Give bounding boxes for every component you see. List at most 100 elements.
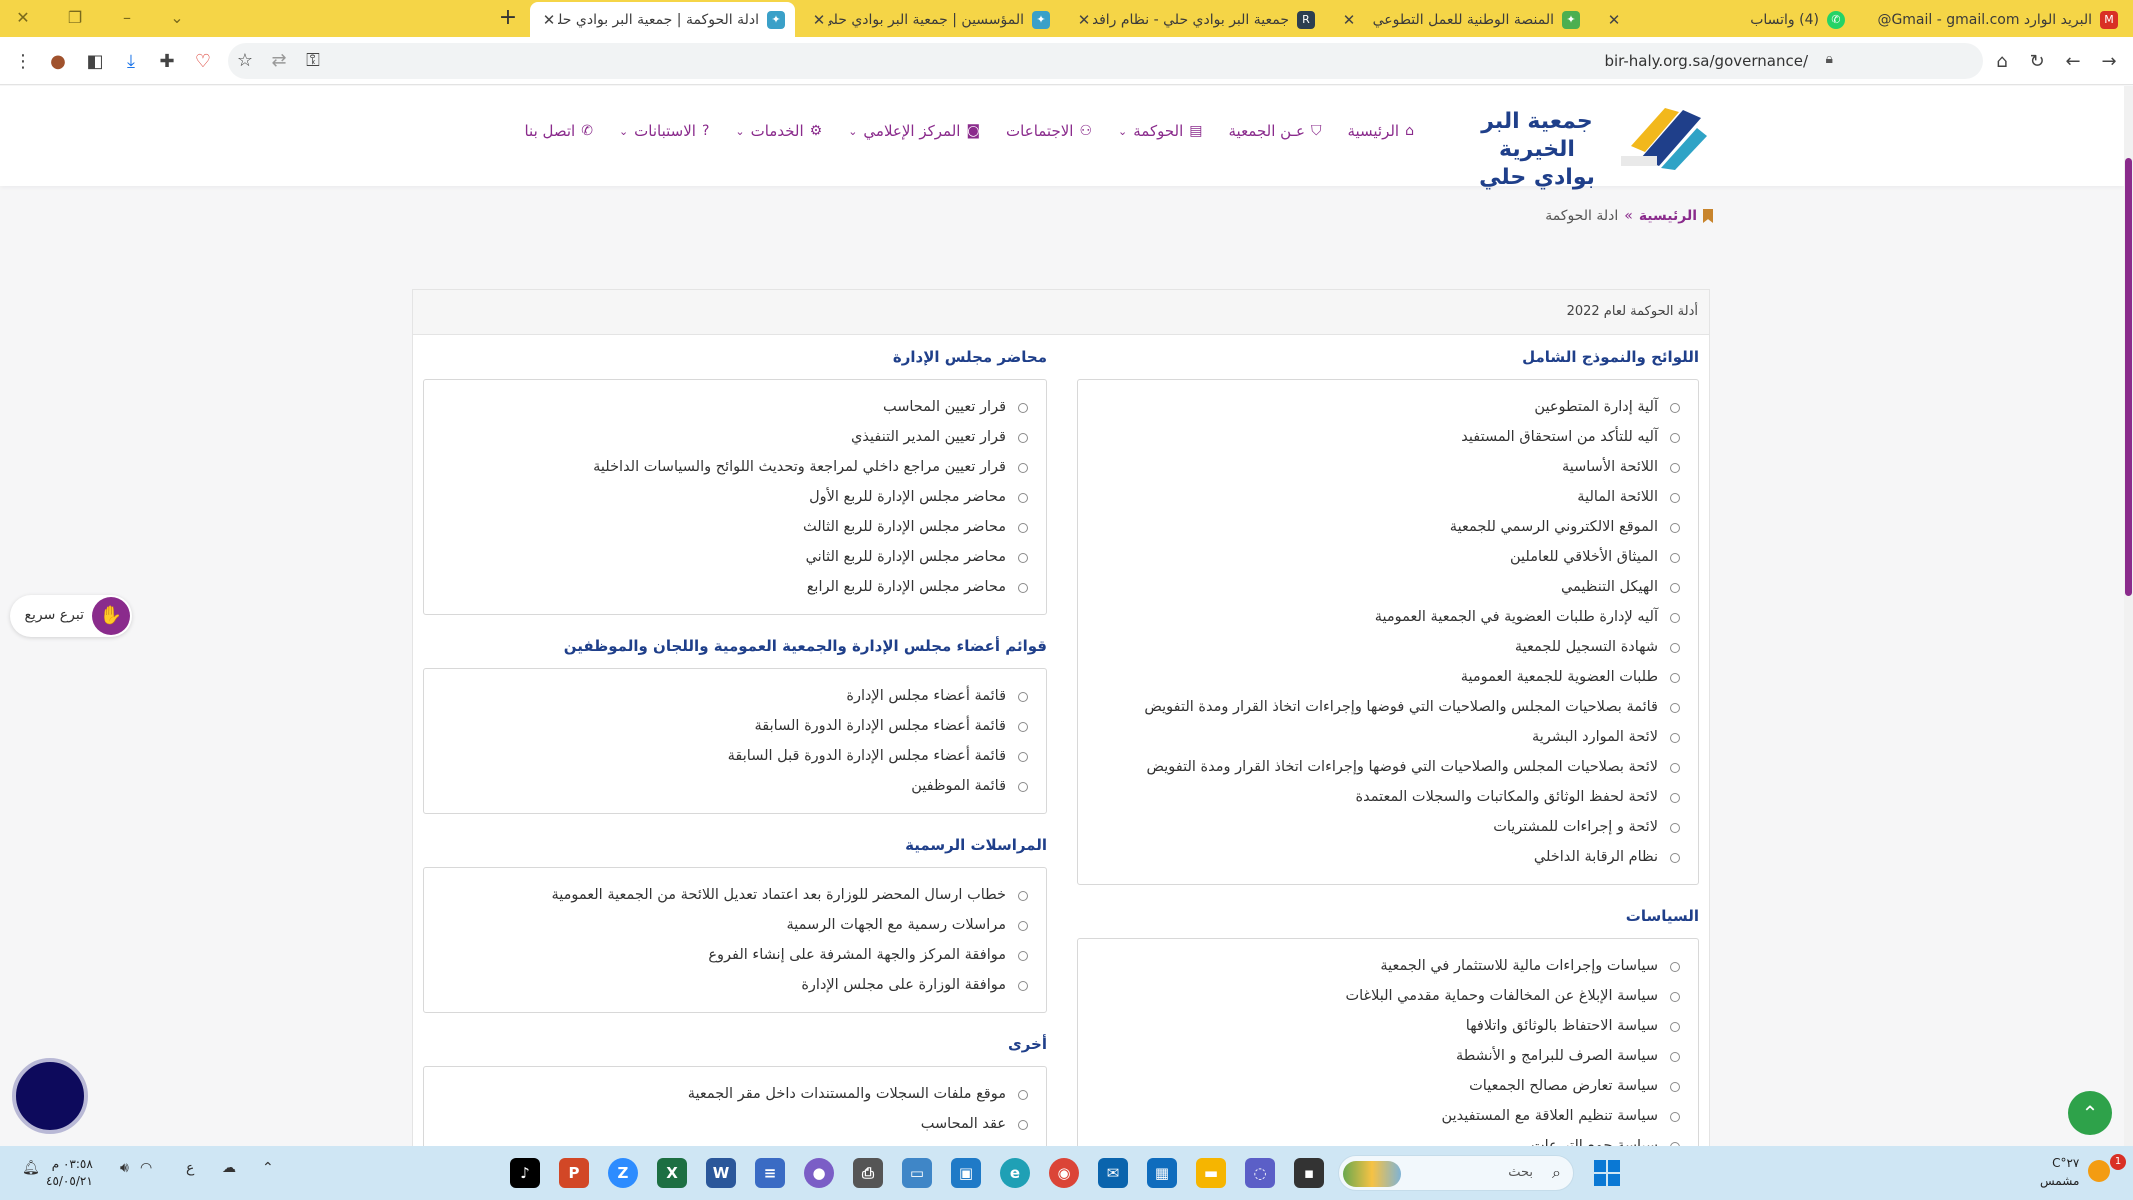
store-icon[interactable]: ▦ (1147, 1158, 1177, 1188)
bookmark-star-icon[interactable]: ☆ (232, 48, 258, 74)
document-link[interactable]: الميثاق الأخلاقي للعاملين (1078, 542, 1698, 572)
document-link[interactable]: آليه لإدارة طلبات العضوية في الجمعية الع… (1078, 602, 1698, 632)
notification-bell-icon[interactable]: 🔔︎ (22, 1160, 40, 1176)
document-link[interactable]: عقد المحاسب (424, 1109, 1046, 1139)
forward-arrow-icon[interactable]: → (2096, 49, 2122, 75)
download-icon[interactable]: ⤓ (118, 49, 144, 75)
document-link[interactable]: موافقة الوزارة على مجلس الإدارة (424, 970, 1046, 1000)
nav-surveys[interactable]: ? الاستبانات ⌄ (619, 122, 709, 140)
excel-icon[interactable]: X (657, 1158, 687, 1188)
reload-icon[interactable]: ↻ (2024, 49, 2050, 75)
taskbar-search-box[interactable]: ⌕ بحث (1338, 1155, 1574, 1191)
nav-meetings[interactable]: ⚇ الاجتماعات (1006, 122, 1092, 140)
site-logo[interactable]: جمعية البر الخيرية بوادي حلي (1461, 98, 1711, 190)
document-link[interactable]: قائمة أعضاء مجلس الإدارة الدورة قبل السا… (424, 741, 1046, 771)
onedrive-icon[interactable]: ☁ (222, 1160, 236, 1176)
address-bar[interactable]: ☆ ⇄ ⚿ 🔒︎ bir-haly.org.sa/governance/ (228, 43, 1983, 79)
document-link[interactable]: لائحة لحفظ الوثائق والمكاتبات والسجلات ا… (1078, 782, 1698, 812)
document-link[interactable]: لائحة الموارد البشرية (1078, 722, 1698, 752)
document-link[interactable]: محاضر مجلس الإدارة للربع الأول (424, 482, 1046, 512)
nav-contact[interactable]: ✆ اتصل بنا (524, 122, 592, 140)
document-link[interactable]: سياسة الاحتفاظ بالوثائق واتلافها (1078, 1011, 1698, 1041)
browser-tab-founders[interactable]: ✦ المؤسسين | جمعية البر بوادي حلي ✕ (800, 2, 1060, 37)
nav-governance[interactable]: ▤ الحوكمة ⌄ (1118, 122, 1202, 140)
document-link[interactable]: لائحة و إجراءات للمشتريات (1078, 812, 1698, 842)
input-language-indicator[interactable]: ع (186, 1160, 194, 1176)
minimize-window-icon[interactable]: – (112, 3, 142, 33)
scanner-icon[interactable]: ▭ (902, 1158, 932, 1188)
system-clock[interactable]: ٠٣:٥٨ م ٤٥/٠٥/٢١ (46, 1156, 93, 1190)
tab-search-chevron-icon[interactable]: ⌄ (162, 3, 192, 33)
powerpoint-icon[interactable]: P (559, 1158, 589, 1188)
edge-browser-icon[interactable]: e (1000, 1158, 1030, 1188)
document-link[interactable]: اللائحة المالية (1078, 482, 1698, 512)
document-link[interactable]: قائمة أعضاء مجلس الإدارة الدورة السابقة (424, 711, 1046, 741)
wifi-icon[interactable]: ◠ (140, 1160, 152, 1176)
document-link[interactable]: سياسة تنظيم العلاقة مع المستفيدين (1078, 1101, 1698, 1131)
document-link[interactable]: موافقة المركز والجهة المشرفة على إنشاء ا… (424, 940, 1046, 970)
nav-media-center[interactable]: ◙ المركز الإعلامي ⌄ (848, 122, 980, 140)
document-link[interactable]: سياسة تعارض مصالح الجمعيات (1078, 1071, 1698, 1101)
windows-start-icon[interactable] (1594, 1160, 1620, 1186)
tray-chevron-up-icon[interactable]: ⌃ (262, 1160, 274, 1176)
nav-about[interactable]: ⛉ عـن الجمعية (1229, 122, 1322, 140)
tiktok-icon[interactable]: ♪ (510, 1158, 540, 1188)
back-arrow-icon[interactable]: ← (2060, 49, 2086, 75)
document-link[interactable]: شهادة التسجيل للجمعية (1078, 632, 1698, 662)
document-link[interactable]: قرار تعيين المحاسب (424, 392, 1046, 422)
breadcrumb-home-link[interactable]: الرئيسية (1639, 208, 1697, 224)
document-link[interactable]: موقع ملفات السجلات والمستندات داخل مقر ا… (424, 1079, 1046, 1109)
document-link[interactable]: محاضر مجلس الإدارة للربع الرابع (424, 572, 1046, 602)
document-link[interactable]: محاضر مجلس الإدارة للربع الثالث (424, 512, 1046, 542)
nav-services[interactable]: ⚙ الخدمات ⌄ (735, 122, 822, 140)
document-link[interactable]: خطاب ارسال المحضر للوزارة بعد اعتماد تعد… (424, 880, 1046, 910)
app-circle-icon[interactable]: ● (804, 1158, 834, 1188)
new-tab-button[interactable]: + (494, 4, 522, 32)
document-link[interactable]: سياسة الإبلاغ عن المخالفات وحماية مقدمي … (1078, 981, 1698, 1011)
volume-icon[interactable]: 🔊︎ (120, 1160, 129, 1176)
document-link[interactable]: طلبات العضوية للجمعية العمومية (1078, 662, 1698, 692)
document-link[interactable]: قرار تعيين المدير التنفيذي (424, 422, 1046, 452)
browser-tab-gmail[interactable]: M البريد الوارد Gmail - gmail.com@ (1860, 2, 2128, 37)
word-icon[interactable]: W (706, 1158, 736, 1188)
document-link[interactable]: قرار تعيين مراجع داخلي لمراجعة وتحديث ال… (424, 452, 1046, 482)
quick-donate-button[interactable]: ✋ تبرع سريع (10, 595, 132, 637)
file-explorer-icon[interactable]: ▬ (1196, 1158, 1226, 1188)
chrome-browser-icon[interactable]: ◉ (1049, 1158, 1079, 1188)
browser-tab-volunteer[interactable]: ✦ المنصة الوطنية للعمل التطوعي ✕ (1330, 2, 1590, 37)
document-link[interactable]: سياسات وإجراءات مالية للاستثمار في الجمع… (1078, 951, 1698, 981)
browser-tab-rafed[interactable]: R جمعية البر بوادي حلي - نظام رافد ✕ (1065, 2, 1325, 37)
document-link[interactable]: محاضر مجلس الإدارة للربع الثاني (424, 542, 1046, 572)
menu-kebab-icon[interactable]: ⋮ (10, 49, 36, 75)
document-link[interactable]: سياسة الصرف للبرامج و الأنشطة (1078, 1041, 1698, 1071)
browser-tab-governance[interactable]: ✦ ادلة الحوكمة | جمعية البر بوادي حلـ ✕ (530, 2, 795, 37)
document-link[interactable]: مراسلات رسمية مع الجهات الرسمية (424, 910, 1046, 940)
document-link[interactable]: قائمة أعضاء مجلس الإدارة (424, 681, 1046, 711)
zoom-icon[interactable]: Z (608, 1158, 638, 1188)
scroll-to-top-button[interactable]: ⌃ (2068, 1091, 2112, 1135)
mail-icon[interactable]: ✉ (1098, 1158, 1128, 1188)
chat-widget-button[interactable] (12, 1058, 88, 1134)
sidebar-icon[interactable]: ◧ (82, 49, 108, 75)
document-link[interactable]: آلية إدارة المتطوعين (1078, 392, 1698, 422)
document-link[interactable]: اللائحة الأساسية (1078, 452, 1698, 482)
desktop-icon[interactable]: ▣ (951, 1158, 981, 1188)
home-icon[interactable]: ⌂ (1989, 49, 2015, 75)
document-link[interactable]: الهيكل التنظيمي (1078, 572, 1698, 602)
page-scrollbar-thumb[interactable] (2125, 158, 2132, 596)
terminal-icon[interactable]: ▪ (1294, 1158, 1324, 1188)
key-icon[interactable]: ⚿ (300, 48, 326, 74)
restore-window-icon[interactable]: ❐ (60, 3, 90, 33)
close-window-icon[interactable]: ✕ (8, 3, 38, 33)
chat-app-icon[interactable]: ◌ (1245, 1158, 1275, 1188)
document-link[interactable]: آليه للتأكد من استحقاق المستفيد (1078, 422, 1698, 452)
pocket-icon[interactable]: ♡ (190, 49, 216, 75)
document-link[interactable]: الموقع الالكتروني الرسمي للجمعية (1078, 512, 1698, 542)
close-tab-icon[interactable]: ✕ (1075, 11, 1093, 29)
browser-tab-whatsapp[interactable]: ✆ (4) واتساب ✕ (1595, 2, 1855, 37)
document-link[interactable]: قائمة بصلاحيات المجلس والصلاحيات التي فو… (1078, 692, 1698, 722)
extensions-puzzle-icon[interactable]: ✚ (154, 49, 180, 75)
translate-icon[interactable]: ⇄ (266, 48, 292, 74)
notepad-icon[interactable]: ≡ (755, 1158, 785, 1188)
close-tab-icon[interactable]: ✕ (1605, 11, 1623, 29)
